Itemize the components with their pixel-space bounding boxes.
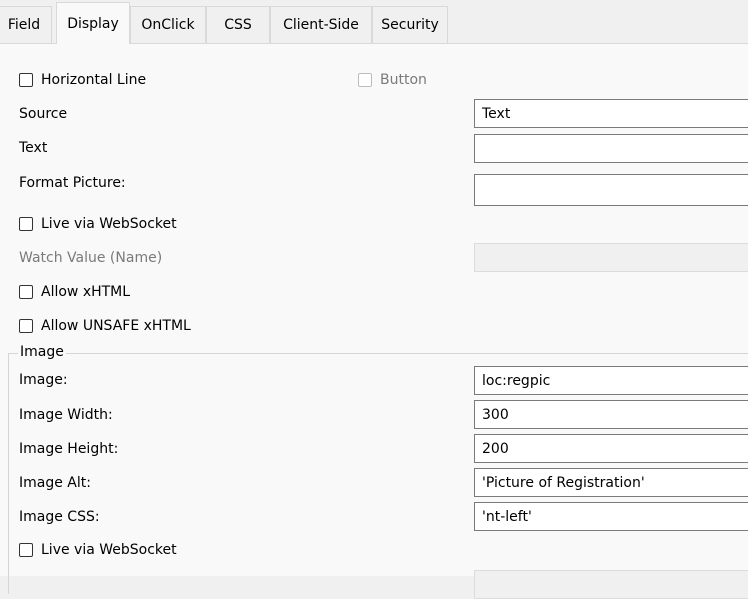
image-alt-label: Image Alt: (19, 475, 91, 491)
text-label: Text (19, 140, 48, 156)
source-label: Source (19, 106, 68, 122)
format-picture-field[interactable] (474, 174, 748, 206)
image-height-label: Image Height: (19, 441, 119, 457)
button-checkbox: Button (358, 72, 427, 88)
horizontal-line-checkbox[interactable]: Horizontal Line (19, 72, 146, 88)
allow-unsafe-xhtml-label: Allow UNSAFE xHTML (41, 318, 191, 334)
live-websocket-label: Live via WebSocket (41, 216, 177, 232)
checkbox-box (358, 73, 372, 87)
horizontal-line-label: Horizontal Line (41, 72, 147, 88)
tab-security[interactable]: Security (372, 6, 448, 43)
allow-xhtml-checkbox[interactable]: Allow xHTML (19, 284, 130, 300)
image-field[interactable] (474, 366, 748, 395)
watch-value-field (474, 243, 748, 272)
checkbox-box[interactable] (19, 285, 33, 299)
tab-bar: Field Display OnClick CSS Client-Side Se… (0, 0, 748, 44)
tab-client-side[interactable]: Client-Side (270, 6, 372, 43)
image-css-label: Image CSS: (19, 509, 100, 525)
image-group-title: Image (18, 344, 66, 360)
allow-xhtml-label: Allow xHTML (41, 284, 131, 300)
checkbox-box[interactable] (19, 319, 33, 333)
tab-css[interactable]: CSS (206, 6, 270, 43)
image-width-label: Image Width: (19, 407, 113, 423)
image-width-field[interactable] (474, 400, 748, 429)
image-css-field[interactable] (474, 502, 748, 531)
image-alt-field[interactable] (474, 468, 748, 497)
image-label: Image: (19, 372, 68, 388)
source-field[interactable] (474, 99, 748, 128)
live-websocket-checkbox[interactable]: Live via WebSocket (19, 216, 177, 232)
image-live-websocket-checkbox[interactable]: Live via WebSocket (19, 542, 177, 558)
button-label: Button (380, 72, 427, 88)
tab-field[interactable]: Field (0, 6, 52, 43)
image-live-websocket-label: Live via WebSocket (41, 542, 177, 558)
image-height-field[interactable] (474, 434, 748, 463)
text-field[interactable] (474, 134, 748, 163)
checkbox-box[interactable] (19, 73, 33, 87)
checkbox-box[interactable] (19, 543, 33, 557)
checkbox-box[interactable] (19, 217, 33, 231)
image-watch-value-field (474, 570, 748, 599)
tab-display[interactable]: Display (56, 2, 130, 44)
tab-onclick[interactable]: OnClick (130, 6, 206, 43)
format-picture-label: Format Picture: (19, 175, 126, 191)
watch-value-label: Watch Value (Name) (19, 250, 163, 266)
allow-unsafe-xhtml-checkbox[interactable]: Allow UNSAFE xHTML (19, 318, 191, 334)
